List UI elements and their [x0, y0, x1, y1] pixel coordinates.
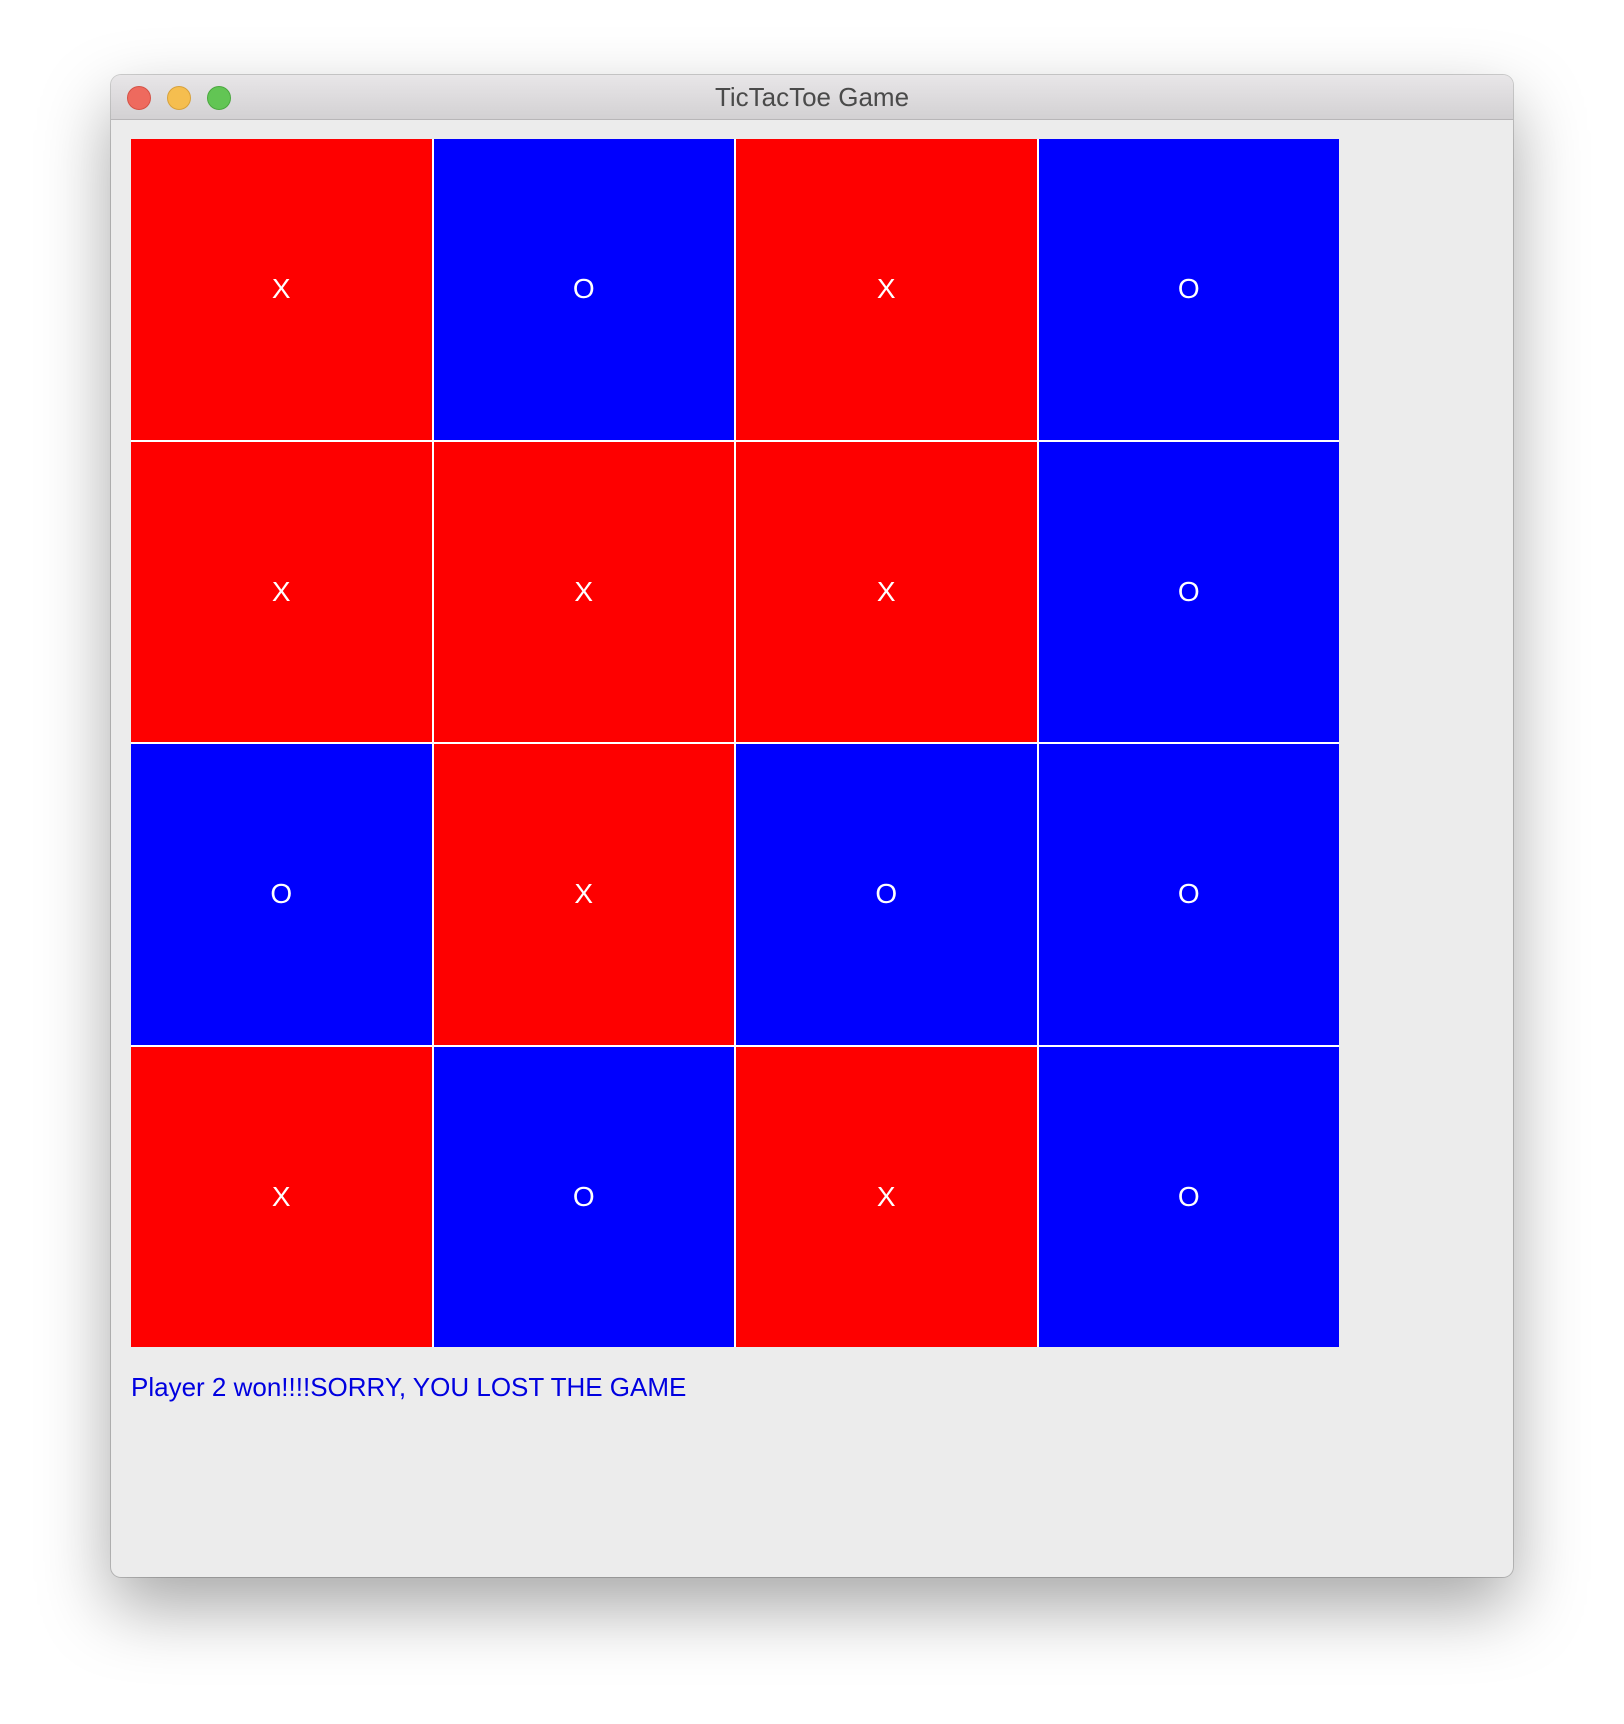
board-cell-2-0[interactable]: O — [131, 744, 432, 1045]
board-cell-2-2[interactable]: O — [736, 744, 1037, 1045]
board-cell-3-0[interactable]: X — [131, 1046, 432, 1347]
board-cell-2-1[interactable]: X — [433, 744, 734, 1045]
board-cell-2-3[interactable]: O — [1038, 744, 1339, 1045]
board-cell-3-2[interactable]: X — [736, 1046, 1037, 1347]
title-bar[interactable]: TicTacToe Game — [111, 75, 1513, 120]
game-window: TicTacToe Game XOXOXXXOOXOOXOXO Player 2… — [111, 75, 1513, 1577]
board-cell-3-3[interactable]: O — [1038, 1046, 1339, 1347]
board-cell-0-0[interactable]: X — [131, 139, 432, 440]
board-cell-0-1[interactable]: O — [433, 139, 734, 440]
status-message: Player 2 won!!!!SORRY, YOU LOST THE GAME — [131, 1372, 687, 1402]
board-cell-1-1[interactable]: X — [433, 441, 734, 742]
board-cell-1-3[interactable]: O — [1038, 441, 1339, 742]
board-cell-1-0[interactable]: X — [131, 441, 432, 742]
window-title: TicTacToe Game — [714, 82, 910, 112]
game-board: XOXOXXXOOXOOXOXO — [131, 139, 1339, 1347]
board-cell-1-2[interactable]: X — [736, 441, 1037, 742]
board-cell-3-1[interactable]: O — [433, 1046, 734, 1347]
board-cell-0-2[interactable]: X — [736, 139, 1037, 440]
board-cell-0-3[interactable]: O — [1038, 139, 1339, 440]
